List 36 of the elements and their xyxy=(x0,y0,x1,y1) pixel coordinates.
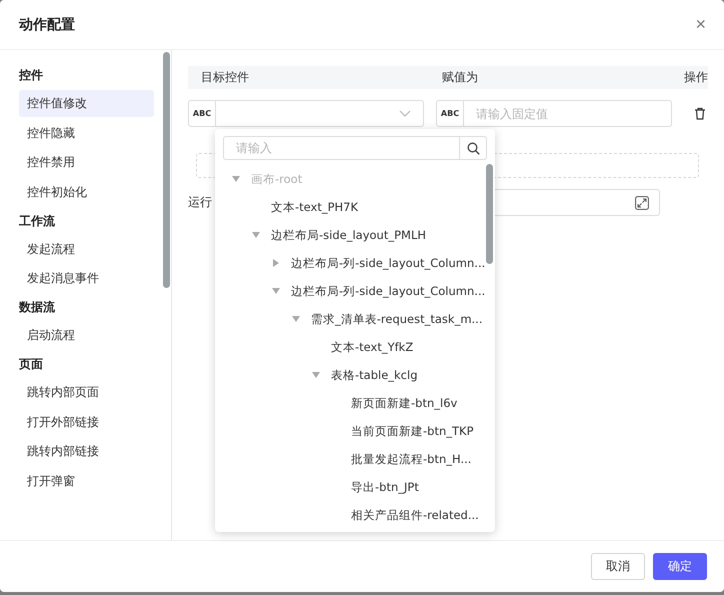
scrollbar[interactable] xyxy=(163,52,170,288)
sidebar-item[interactable]: 控件初始化 xyxy=(19,178,154,206)
sidebar-item[interactable]: 发起消息事件 xyxy=(19,265,154,292)
scrollbar[interactable] xyxy=(486,164,493,264)
sidebar-item[interactable]: 控件值修改 xyxy=(19,90,154,117)
value-field[interactable]: ABC 请输入固定值 xyxy=(436,100,672,127)
group-heading: 页面 xyxy=(19,356,44,373)
group-heading: 数据流 xyxy=(19,299,56,316)
search-icon[interactable] xyxy=(466,142,480,154)
cancel-button[interactable]: 取消 xyxy=(591,553,645,580)
sidebar-item[interactable]: 打开弹窗 xyxy=(19,468,154,494)
column-header: 目标控件 xyxy=(201,69,249,86)
sidebar-item[interactable]: 跳转内部链接 xyxy=(19,438,154,465)
sidebar-item[interactable]: 打开外部链接 xyxy=(19,408,154,436)
group-heading: 控件 xyxy=(19,67,44,84)
sidebar-item[interactable]: 控件隐藏 xyxy=(19,120,154,146)
sidebar-item[interactable]: 跳转内部页面 xyxy=(19,379,154,406)
search-field[interactable]: 请输入 xyxy=(223,136,487,160)
type-prefix: ABC xyxy=(189,101,216,126)
field-label: 运行 xyxy=(188,194,212,211)
chevron-down-icon xyxy=(399,110,411,118)
close-button[interactable]: × xyxy=(693,14,708,35)
sidebar-item[interactable]: 发起流程 xyxy=(19,236,154,262)
text-input[interactable]: 请输入固定值 xyxy=(464,106,671,122)
sidebar-item[interactable]: 控件禁用 xyxy=(19,149,154,176)
group-heading: 工作流 xyxy=(19,212,56,230)
dialog-title: 动作配置 xyxy=(19,16,75,34)
target-select[interactable]: ABC xyxy=(188,100,424,127)
column-header: 赋值为 xyxy=(442,69,478,86)
expand-icon[interactable] xyxy=(635,196,649,210)
type-prefix: ABC xyxy=(437,101,464,126)
text-input[interactable]: 请输入 xyxy=(224,137,460,159)
trash-icon[interactable] xyxy=(694,107,706,120)
column-header: 操作 xyxy=(684,69,708,86)
confirm-button[interactable]: 确定 xyxy=(653,553,707,580)
sidebar-item[interactable]: 启动流程 xyxy=(19,322,154,349)
